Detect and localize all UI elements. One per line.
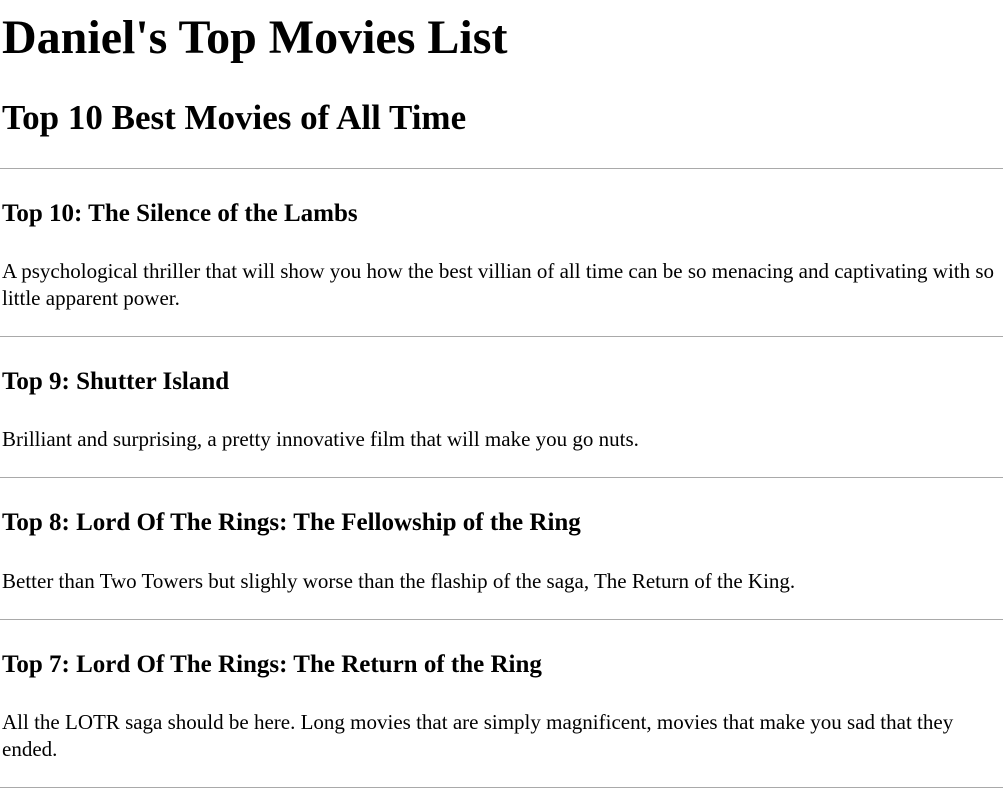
divider (0, 787, 1003, 788)
page-title: Daniel's Top Movies List (2, 11, 508, 64)
movie-heading-8: Top 8: Lord Of The Rings: The Fellowship… (2, 509, 581, 536)
divider (0, 477, 1003, 478)
movie-description-9: Brilliant and surprising, a pretty innov… (2, 427, 639, 451)
movie-description-8: Better than Two Towers but slighly worse… (2, 569, 796, 593)
movie-heading-7: Top 7: Lord Of The Rings: The Return of … (2, 651, 542, 678)
movie-description-10: A psychological thriller that will show … (2, 259, 995, 310)
movie-description-7: All the LOTR saga should be here. Long m… (2, 710, 954, 761)
divider (0, 168, 1003, 169)
page-subtitle: Top 10 Best Movies of All Time (2, 98, 467, 137)
divider (0, 619, 1003, 620)
divider (0, 336, 1003, 337)
movie-heading-9: Top 9: Shutter Island (2, 368, 230, 395)
movie-heading-10: Top 10: The Silence of the Lambs (2, 200, 358, 227)
